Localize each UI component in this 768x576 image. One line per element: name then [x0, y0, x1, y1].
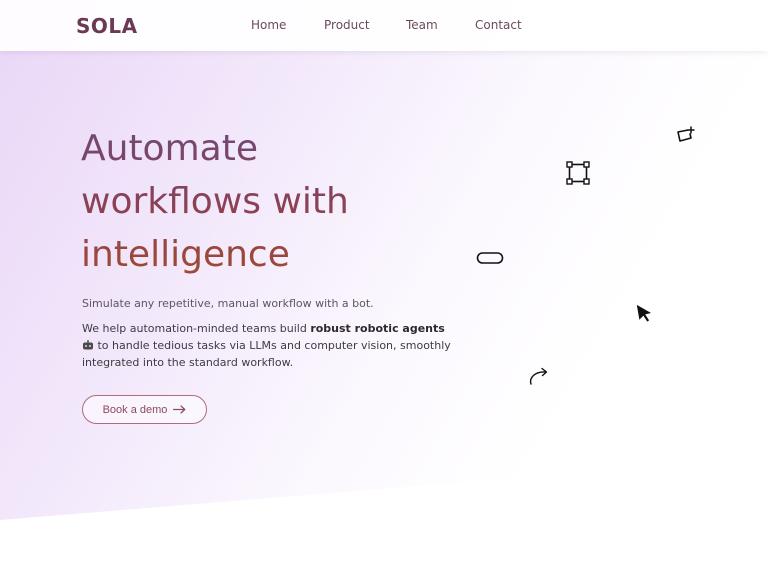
- cursor-arrow-icon: [636, 303, 654, 327]
- headline-line: intelligence: [81, 234, 290, 275]
- description-bold: robust robotic agents: [310, 322, 445, 335]
- selection-box-icon: [566, 161, 590, 189]
- nav-link-team[interactable]: Team: [406, 18, 438, 32]
- nav-link-home[interactable]: Home: [251, 18, 286, 32]
- headline-line: Automate: [81, 128, 258, 169]
- pill-shape-icon: [476, 250, 504, 269]
- navbar: SOLA Home Product Team Contact: [0, 0, 768, 51]
- hero-tagline: Simulate any repetitive, manual workflow…: [82, 297, 374, 310]
- sparkle-frame-icon: [676, 126, 696, 148]
- description-text: to handle tedious tasks via LLMs and com…: [82, 338, 451, 370]
- robot-icon: [82, 339, 94, 356]
- logo[interactable]: SOLA: [76, 14, 138, 38]
- nav-link-contact[interactable]: Contact: [475, 18, 522, 32]
- book-demo-button[interactable]: Book a demo: [82, 395, 207, 424]
- book-demo-label: Book a demo: [102, 403, 168, 416]
- nav-link-product[interactable]: Product: [324, 18, 370, 32]
- description-text: We help automation-minded teams build: [82, 322, 311, 335]
- hero-headline: Automate workflows with intelligence: [81, 122, 349, 281]
- headline-line: workflows with: [81, 181, 349, 222]
- curved-arrow-icon: [527, 366, 551, 390]
- hero-description: We help automation-minded teams build ro…: [82, 321, 452, 372]
- arrow-right-icon: [173, 404, 186, 416]
